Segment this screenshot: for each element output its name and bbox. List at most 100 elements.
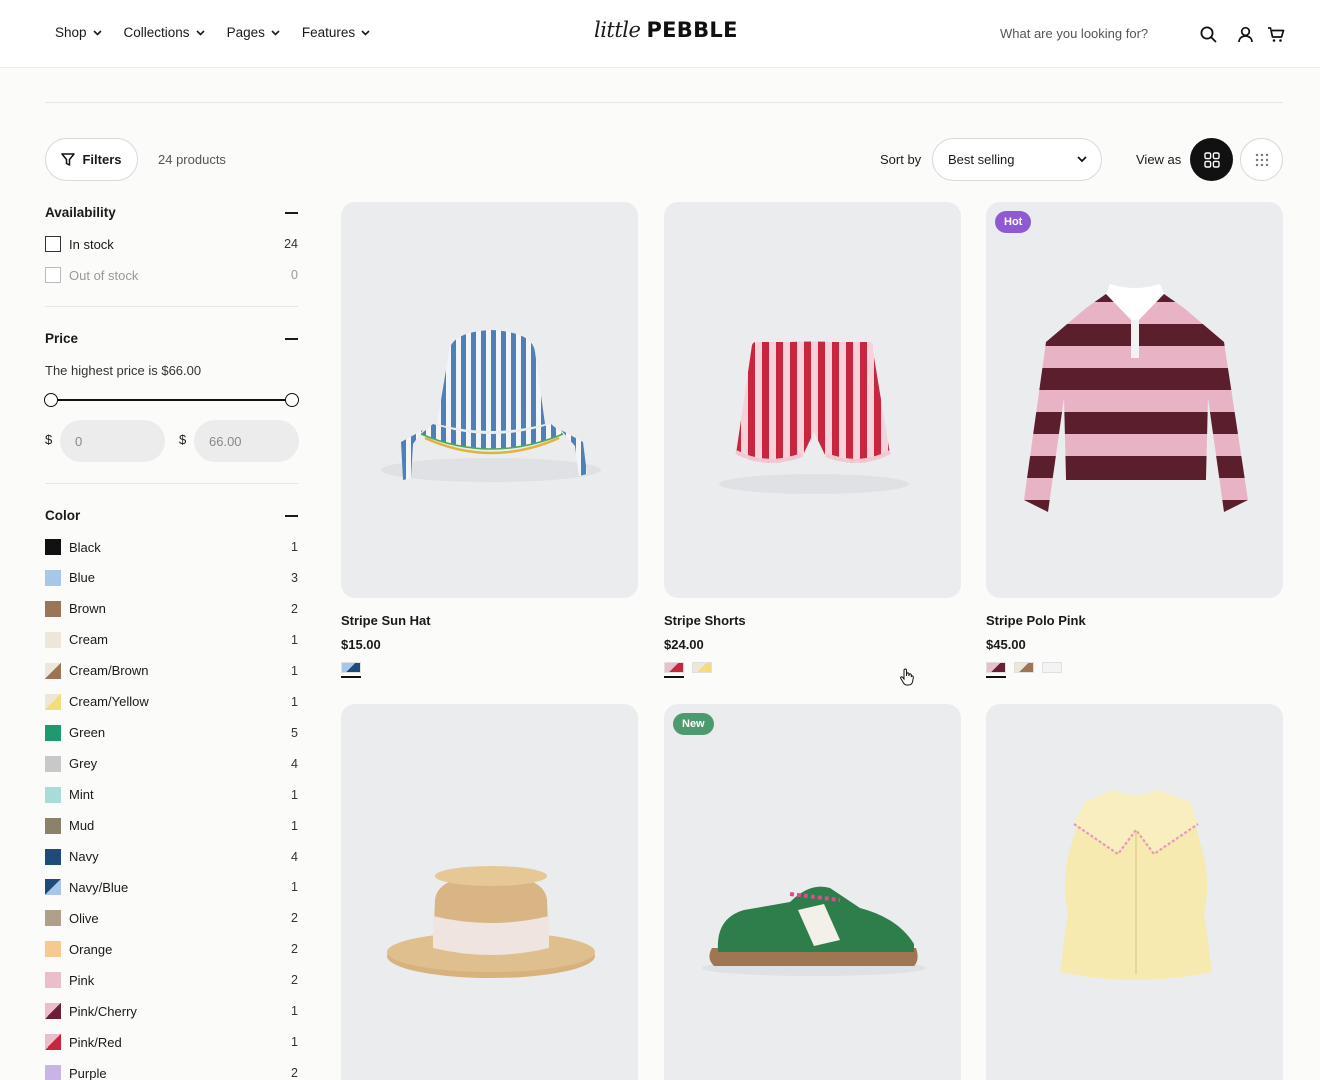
color-swatch[interactable]	[45, 631, 61, 648]
color-swatch[interactable]	[45, 941, 61, 958]
color-option-cream[interactable]: Cream 1	[45, 631, 298, 649]
color-option-label: Cream/Brown	[69, 663, 149, 679]
color-option-olive[interactable]: Olive 2	[45, 909, 298, 927]
product-image-stripe-shorts[interactable]	[664, 202, 961, 598]
color-option-navy-blue[interactable]: Navy/Blue 1	[45, 878, 298, 896]
price-slider-max-handle[interactable]	[285, 393, 299, 407]
product-color-swatch[interactable]	[341, 662, 361, 678]
checkbox[interactable]	[45, 267, 61, 283]
color-swatch[interactable]	[45, 972, 61, 989]
color-swatch[interactable]	[45, 539, 61, 555]
color-option-label: Mint	[69, 787, 94, 803]
color-option-label: Cream/Yellow	[69, 694, 149, 710]
color-option-label: Brown	[69, 601, 106, 617]
price-slider-track[interactable]	[51, 399, 292, 401]
nav-pages[interactable]: Pages	[227, 25, 280, 40]
color-swatch[interactable]	[45, 910, 61, 927]
chevron-down-icon	[195, 29, 205, 36]
color-option-grey[interactable]: Grey 4	[45, 755, 298, 773]
color-option-green[interactable]: Green 5	[45, 724, 298, 742]
product-title[interactable]: Stripe Sun Hat	[341, 613, 431, 628]
color-swatch[interactable]	[45, 817, 61, 834]
color-option-pink[interactable]: Pink 2	[45, 971, 298, 989]
color-option-black[interactable]: Black 1	[45, 538, 298, 556]
collapse-price-icon[interactable]	[285, 338, 298, 340]
product-image-stripe-sun-hat[interactable]	[341, 202, 638, 598]
account-icon[interactable]	[1235, 24, 1255, 44]
nav-collections[interactable]: Collections	[124, 25, 205, 40]
color-option-mint[interactable]: Mint 1	[45, 786, 298, 804]
color-swatch[interactable]	[45, 662, 61, 679]
product-color-swatch[interactable]	[692, 662, 712, 673]
collapse-availability-icon[interactable]	[285, 212, 298, 214]
price-title[interactable]: Price	[45, 331, 78, 346]
color-option-mud[interactable]: Mud 1	[45, 817, 298, 835]
product-title[interactable]: Stripe Shorts	[664, 613, 746, 628]
availability-in-stock-count: 24	[284, 237, 298, 251]
color-swatch[interactable]	[45, 693, 61, 710]
color-option-label: Pink/Red	[69, 1034, 122, 1050]
color-option-label: Purple	[69, 1065, 107, 1080]
availability-out-of-stock[interactable]: Out of stock 0	[45, 266, 298, 284]
hot-badge: Hot	[995, 211, 1032, 233]
color-swatch[interactable]	[45, 848, 61, 865]
product-color-swatch[interactable]	[664, 662, 684, 678]
product-color-swatch[interactable]	[986, 662, 1006, 678]
color-option-orange[interactable]: Orange 2	[45, 940, 298, 958]
content-divider	[45, 102, 1283, 103]
product-title[interactable]: Stripe Polo Pink	[986, 613, 1086, 628]
product-image-yellow-blouse[interactable]	[986, 704, 1283, 1080]
color-swatch[interactable]	[45, 755, 61, 772]
color-swatch[interactable]	[45, 879, 61, 896]
color-option-brown[interactable]: Brown 2	[45, 600, 298, 618]
availability-out-of-stock-label: Out of stock	[69, 267, 139, 283]
color-swatch[interactable]	[45, 1034, 61, 1051]
color-swatch[interactable]	[45, 600, 61, 617]
checkbox[interactable]	[45, 236, 61, 252]
nav-shop[interactable]: Shop	[55, 25, 102, 40]
color-option-cream-brown[interactable]: Cream/Brown 1	[45, 662, 298, 680]
cart-icon[interactable]	[1266, 24, 1286, 44]
price-max-input[interactable]: 66.00	[194, 420, 299, 462]
color-option-cream-yellow[interactable]: Cream/Yellow 1	[45, 693, 298, 711]
collapse-color-icon[interactable]	[285, 515, 298, 517]
color-swatch[interactable]	[45, 786, 61, 803]
product-image-straw-hat[interactable]	[341, 704, 638, 1080]
color-option-label: Orange	[69, 941, 113, 957]
search-input[interactable]: What are you looking for?	[1000, 26, 1148, 41]
filters-button[interactable]: Filters	[45, 138, 138, 181]
sort-select[interactable]: Best selling	[932, 138, 1102, 181]
color-option-count: 1	[291, 1035, 298, 1050]
price-min-input[interactable]: 0	[60, 420, 165, 462]
nav-features[interactable]: Features	[302, 25, 370, 40]
color-option-pink-red[interactable]: Pink/Red 1	[45, 1033, 298, 1051]
color-option-label: Navy/Blue	[69, 879, 129, 895]
color-option-count: 2	[291, 942, 298, 957]
color-swatch[interactable]	[45, 1003, 61, 1020]
color-option-pink-cherry[interactable]: Pink/Cherry 1	[45, 1002, 298, 1020]
nav-collections-label: Collections	[123, 25, 190, 40]
price-slider-min-handle[interactable]	[44, 393, 58, 407]
view-dense-grid-button[interactable]	[1240, 138, 1283, 181]
color-option-count: 5	[291, 725, 298, 740]
color-option-purple[interactable]: Purple 2	[45, 1064, 298, 1080]
search-icon[interactable]	[1198, 24, 1218, 44]
color-title[interactable]: Color	[45, 508, 80, 523]
nav-features-label: Features	[301, 25, 356, 40]
color-swatch[interactable]	[45, 724, 61, 741]
color-option-blue[interactable]: Blue 3	[45, 569, 298, 587]
color-swatch[interactable]	[45, 569, 61, 586]
product-image-green-sneaker[interactable]: New	[664, 704, 961, 1080]
product-color-swatch[interactable]	[1042, 662, 1062, 673]
product-price: $45.00	[986, 637, 1026, 652]
availability-in-stock[interactable]: In stock 24	[45, 235, 298, 253]
view-grid-button[interactable]	[1190, 138, 1233, 181]
availability-title[interactable]: Availability	[45, 205, 116, 220]
color-swatch[interactable]	[45, 1065, 61, 1080]
logo-script-text: little	[594, 18, 641, 42]
color-option-navy[interactable]: Navy 4	[45, 848, 298, 866]
product-color-swatch[interactable]	[1014, 662, 1034, 673]
sort-label: Sort by	[880, 152, 922, 167]
product-image-stripe-polo-pink[interactable]: Hot	[986, 202, 1283, 598]
site-logo[interactable]: little PEBBLE	[594, 18, 738, 42]
